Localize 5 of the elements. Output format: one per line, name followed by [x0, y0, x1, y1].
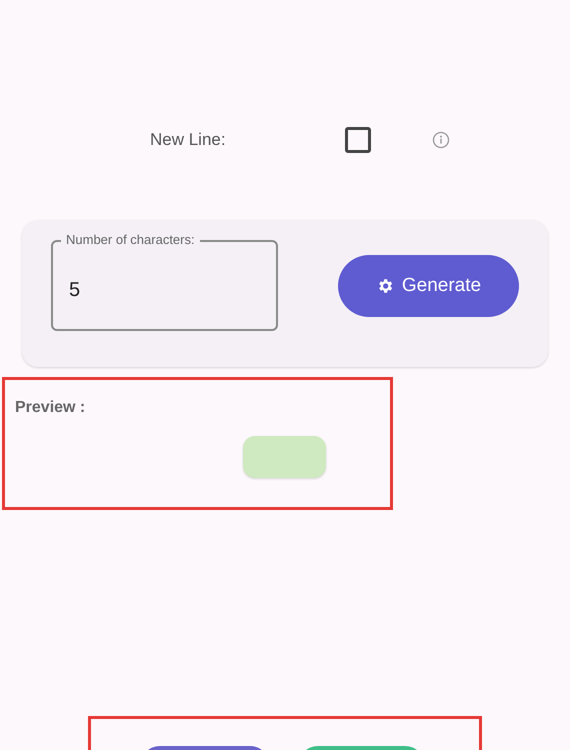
- generate-button[interactable]: Generate: [338, 255, 519, 317]
- preview-label: Preview :: [15, 398, 86, 418]
- info-icon[interactable]: [432, 131, 450, 149]
- new-line-label: New Line:: [150, 129, 227, 152]
- checkbox[interactable]: [345, 127, 371, 153]
